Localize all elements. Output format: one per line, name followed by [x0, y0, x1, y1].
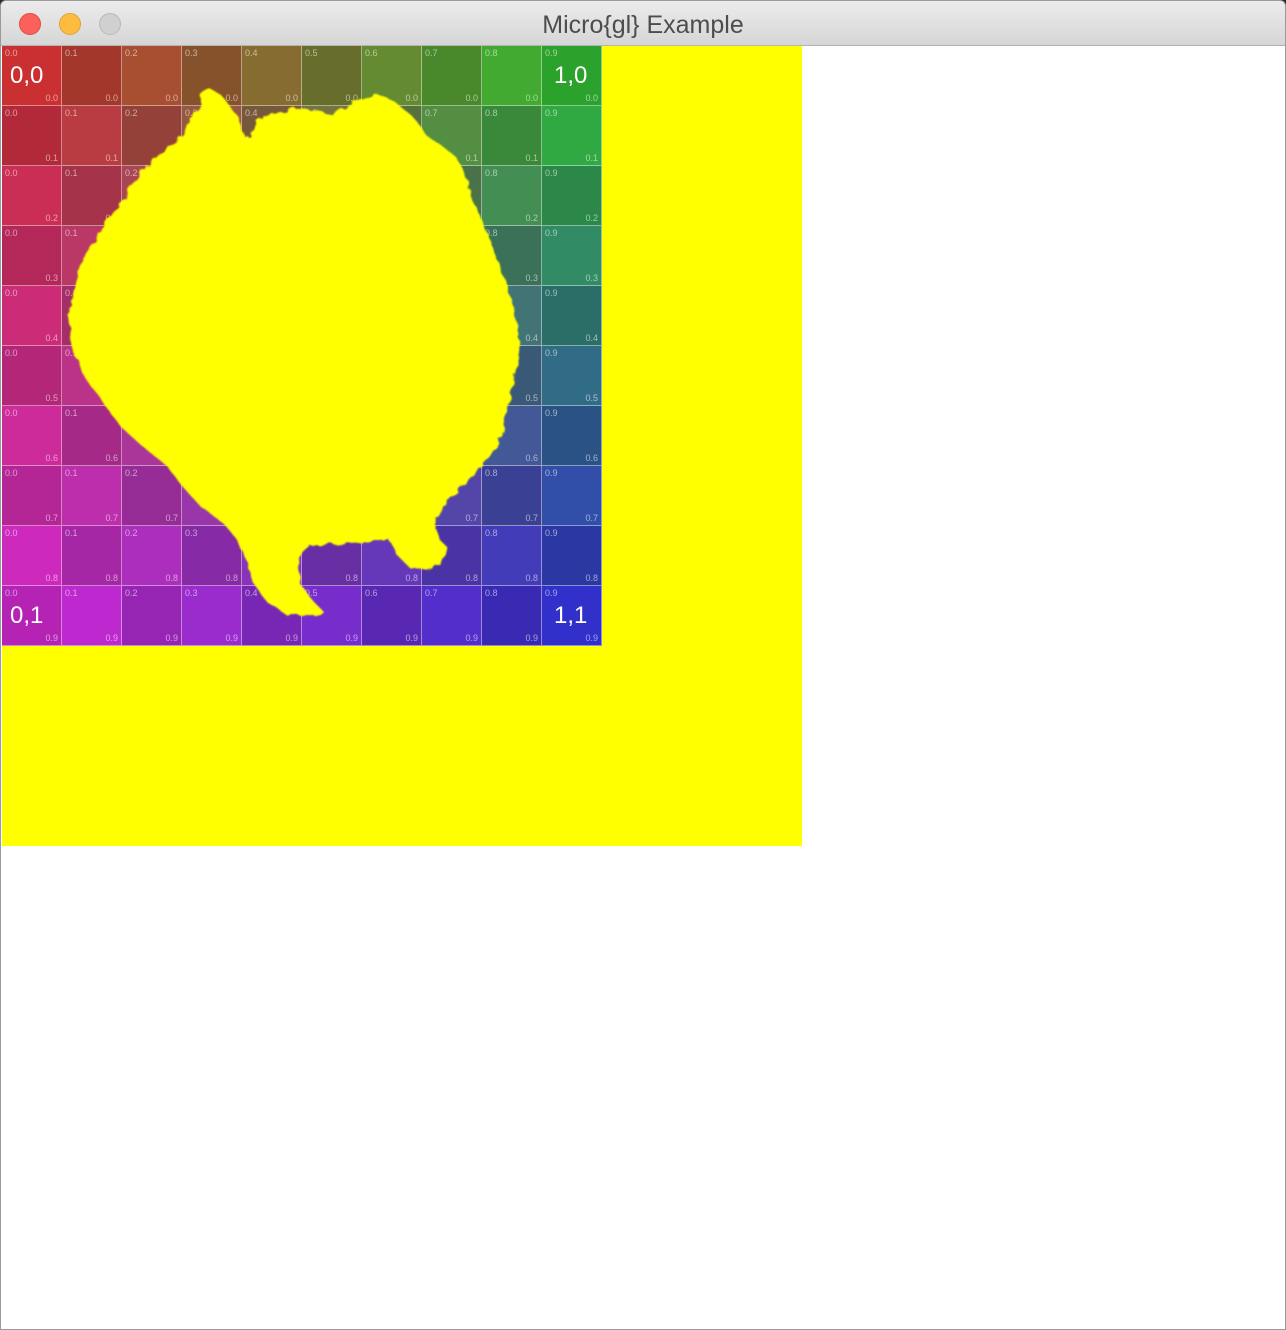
app-window: Micro{gl} Example 0.0 0.0 0.1 0.0 0.2 0.0 0.3 0… [0, 0, 1286, 1330]
render-canvas: 0.0 0.0 0.1 0.0 0.2 0.0 0.3 0.0 0.4 0.0 0.5 0.0 0.6 0… [2, 46, 1284, 1329]
uv-corner-label-bottom-left: 0,1 [10, 602, 44, 629]
uv-corner-label-bottom-right: 1,1 [554, 602, 588, 629]
uv-corner-label-top-left: 0,0 [10, 62, 44, 89]
uv-corner-label-top-right: 1,0 [554, 62, 588, 89]
title-bar[interactable]: Micro{gl} Example [1, 1, 1285, 46]
yellow-pomeranian-mask [68, 86, 520, 616]
window-title: Micro{gl} Example [542, 11, 744, 39]
